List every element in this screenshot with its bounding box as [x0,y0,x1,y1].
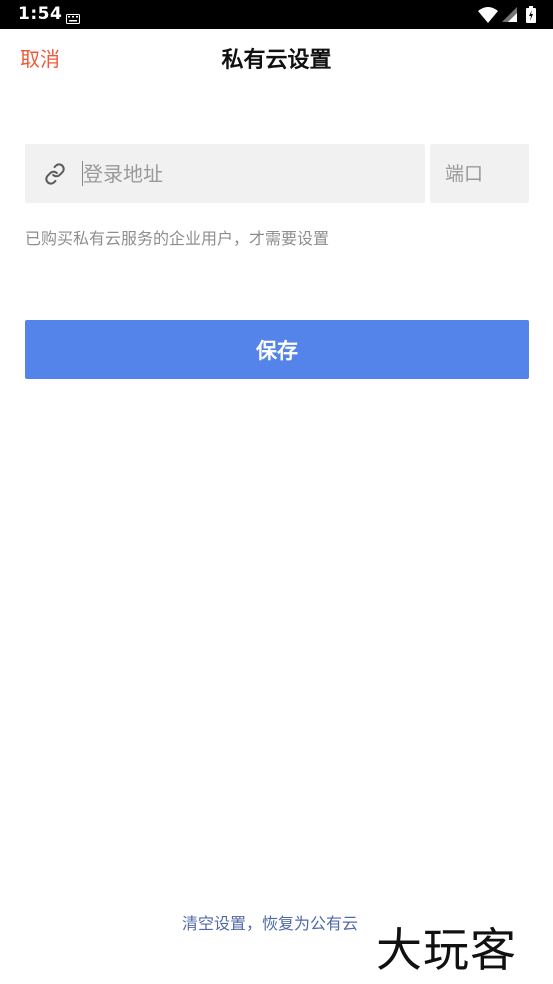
status-time: 1:54 [18,4,63,24]
private-cloud-settings-screen: 1:54 取消 私有云设置 登录地址 端口 已购买私有云服务的企业用户，才需要设… [0,0,553,984]
port-field[interactable] [430,144,529,203]
keyboard-icon [66,9,80,28]
watermark-logo: 大玩客 [376,923,517,977]
header: 取消 私有云设置 [0,29,553,85]
signal-icon [502,7,517,26]
port-input[interactable] [445,144,525,203]
status-bar: 1:54 [0,0,553,29]
battery-icon [526,6,536,27]
wifi-icon [478,7,498,27]
save-button[interactable]: 保存 [25,320,529,379]
login-address-input[interactable] [83,144,413,203]
page-title: 私有云设置 [221,48,332,73]
hint-text: 已购买私有云服务的企业用户，才需要设置 [25,229,330,248]
link-icon [44,163,66,189]
login-address-field[interactable] [25,144,425,203]
reset-to-public-cloud-link[interactable]: 清空设置，恢复为公有云 [182,910,358,934]
